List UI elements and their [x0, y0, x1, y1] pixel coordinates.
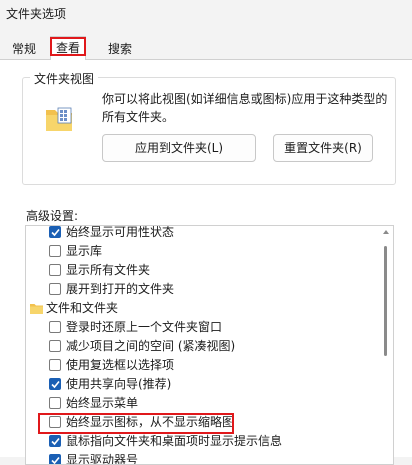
scroll-up-arrow-icon[interactable] [383, 230, 389, 234]
setting-always-show-menus[interactable]: 始终显示菜单 [26, 394, 376, 413]
title-bar: 文件夹选项 [0, 0, 412, 28]
setting-show-libraries[interactable]: 显示库 [26, 242, 376, 261]
window-title: 文件夹选项 [6, 7, 67, 21]
checkbox-unchecked[interactable] [49, 340, 61, 352]
checkbox-checked[interactable] [49, 435, 61, 447]
setting-label: 使用复选框以选择项 [66, 358, 175, 372]
checkbox-unchecked[interactable] [49, 245, 61, 257]
reset-folders-button[interactable]: 重置文件夹(R) [273, 134, 373, 162]
tab-bar: 常规 查看 搜索 [0, 36, 412, 60]
setting-label: 鼠标指向文件夹和桌面项时显示提示信息 [66, 434, 283, 448]
setting-always-show-availability[interactable]: 始终显示可用性状态 [26, 225, 376, 242]
checkbox-unchecked[interactable] [49, 359, 61, 371]
advanced-settings-label: 高级设置: [26, 209, 79, 223]
setting-label: 使用共享向导(推荐) [66, 377, 172, 391]
setting-label: 始终显示图标，从不显示缩略图 [66, 415, 235, 429]
apply-to-folders-button[interactable]: 应用到文件夹(L) [102, 134, 256, 162]
tab-view[interactable]: 查看 [50, 36, 86, 60]
setting-label: 减少项目之间的空间 (紧凑视图) [66, 339, 236, 353]
setting-use-checkboxes[interactable]: 使用复选框以选择项 [26, 356, 376, 375]
folder-views-description: 你可以将此视图(如详细信息或图标)应用于这种类型的所有文件夹。 [102, 92, 388, 124]
setting-group-files-and-folders: 文件和文件夹 [26, 299, 376, 318]
checkbox-unchecked[interactable] [49, 397, 61, 409]
setting-group-label: 文件和文件夹 [46, 301, 119, 315]
checkbox-unchecked[interactable] [49, 416, 61, 428]
view-tab-panel: 文件夹视图 你可以将此视图(如详细信息或图标)应用于这种类型的所有文件夹。 应用… [0, 59, 412, 465]
checkbox-unchecked[interactable] [49, 321, 61, 333]
setting-expand-to-open-folder[interactable]: 展开到打开的文件夹 [26, 280, 376, 299]
setting-label: 显示库 [66, 244, 103, 258]
checkbox-unchecked[interactable] [49, 264, 61, 276]
setting-compact-view[interactable]: 减少项目之间的空间 (紧凑视图) [26, 337, 376, 356]
tab-search[interactable]: 搜索 [100, 38, 140, 58]
checkbox-unchecked[interactable] [49, 283, 61, 295]
folder-icon [30, 304, 43, 314]
setting-show-drive-letters[interactable]: 显示驱动器号 [26, 451, 376, 465]
setting-label: 始终显示菜单 [66, 396, 139, 410]
setting-label: 展开到打开的文件夹 [66, 282, 175, 296]
setting-restore-previous-windows[interactable]: 登录时还原上一个文件夹窗口 [26, 318, 376, 337]
scrollbar-thumb[interactable] [384, 246, 387, 356]
folder-views-icon [46, 107, 72, 131]
setting-sharing-wizard[interactable]: 使用共享向导(推荐) [26, 375, 376, 394]
checkbox-checked[interactable] [49, 226, 61, 238]
setting-label: 显示驱动器号 [66, 453, 139, 465]
setting-label: 登录时还原上一个文件夹窗口 [66, 320, 223, 334]
setting-show-popup-descriptions[interactable]: 鼠标指向文件夹和桌面项时显示提示信息 [26, 432, 376, 451]
setting-label: 显示所有文件夹 [66, 263, 151, 277]
folder-views-legend: 文件夹视图 [30, 70, 99, 87]
checkbox-checked[interactable] [49, 378, 61, 390]
setting-always-show-icons[interactable]: 始终显示图标，从不显示缩略图 [26, 413, 376, 432]
setting-show-all-folders[interactable]: 显示所有文件夹 [26, 261, 376, 280]
advanced-settings-list[interactable]: 始终显示可用性状态 显示库 显示所有文件夹 展开到打开的文件夹 文件和文件夹 登… [25, 225, 394, 465]
tab-general[interactable]: 常规 [6, 38, 42, 58]
setting-label: 始终显示可用性状态 [66, 225, 175, 239]
list-scrollbar[interactable] [383, 228, 389, 464]
